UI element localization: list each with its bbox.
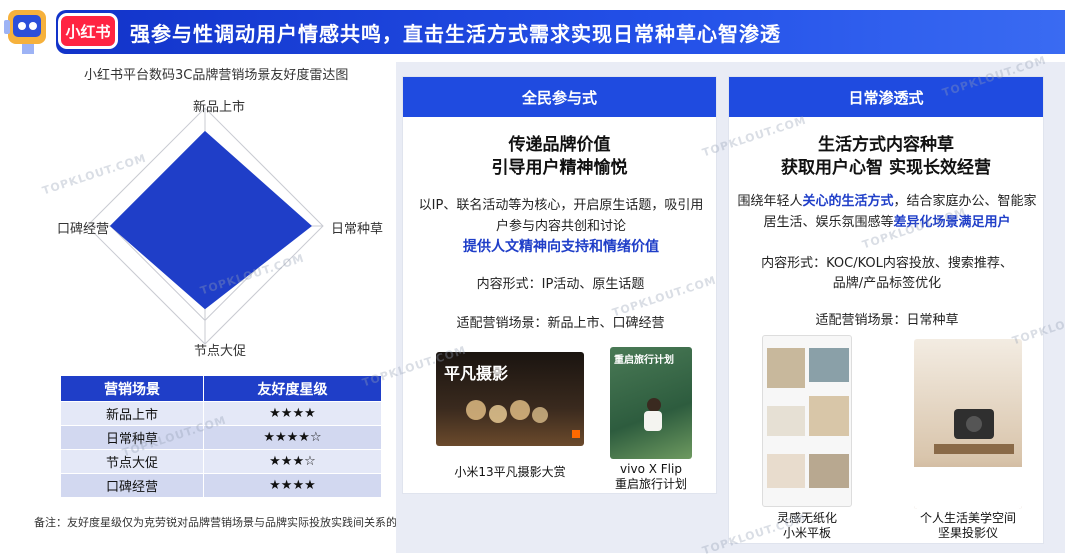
card-mass-participation: 全民参与式 传递品牌价值 引导用户精神愉悦 以IP、联名活动等为核心，开启原生话… xyxy=(402,76,717,494)
card2-paragraph: 围绕年轻人关心的生活方式，结合家庭办公、智能家居生活、娱乐氛围感等差异化场景满足… xyxy=(735,191,1039,233)
xiaomi-photo-thumbnail: 平凡摄影 xyxy=(436,352,584,446)
radar-label-promotion: 节点大促 xyxy=(194,344,247,359)
caption-projector-line2: 坚果投影仪 xyxy=(937,526,998,540)
card2-content-form-line2: 品牌/产品标签优化 xyxy=(832,276,942,291)
card1-para-text: 以IP、联名活动等为核心，开启原生话题，吸引用户参与内容共创和讨论 xyxy=(418,198,704,234)
xiaomi-pad-thumbnail xyxy=(762,335,852,507)
projector-room-icon xyxy=(914,409,1022,509)
vivo-travel-thumbnail: 重启旅行计划 xyxy=(610,347,692,459)
xiaohongshu-logo: 小红书 xyxy=(58,13,118,49)
table-cell: ★★★☆ xyxy=(202,449,383,474)
page-title: 强参与性调动用户情感共鸣，直击生活方式需求实现日常种草心智渗透 xyxy=(130,22,781,46)
table-cell: ★★★★☆ xyxy=(202,425,383,450)
card-daily-penetration: 日常渗透式 生活方式内容种草 获取用户心智 实现长效经营 围绕年轻人关心的生活方… xyxy=(728,76,1044,544)
card1-header: 全民参与式 xyxy=(403,77,716,117)
radar-label-daily-seeding: 日常种草 xyxy=(331,222,384,237)
table-header-scene: 营销场景 xyxy=(60,375,204,402)
radar-label-reputation: 口碑经营 xyxy=(57,222,110,237)
projector-thumbnail xyxy=(914,339,1022,509)
robot-mascot-icon xyxy=(4,10,46,54)
caption-xiaomi: 小米13平凡摄影大赏 xyxy=(454,465,566,479)
thumb1-title: 平凡摄影 xyxy=(444,364,509,383)
card2-heading2: 获取用户心智 实现长效经营 xyxy=(781,158,991,178)
thumb2-title: 重启旅行计划 xyxy=(614,355,674,366)
friendliness-table: 营销场景 友好度星级 新品上市 ★★★★ 日常种草 ★★★★☆ 节点大促 ★★★… xyxy=(60,375,383,498)
radar-title: 小红书平台数码3C品牌营销场景友好度雷达图 xyxy=(84,68,349,83)
header-bar: 小红书 强参与性调动用户情感共鸣，直击生活方式需求实现日常种草心智渗透 xyxy=(0,0,1065,62)
card1-heading2: 引导用户精神愉悦 xyxy=(491,158,628,178)
radar-label-new-launch: 新品上市 xyxy=(193,100,246,115)
caption-vivo-line1: vivo X Flip xyxy=(620,462,682,476)
feed-grid-icon xyxy=(767,348,849,488)
card2-scene: 适配营销场景：日常种草 xyxy=(815,313,959,328)
table-cell: ★★★★ xyxy=(202,401,383,426)
card1-paragraph: 以IP、联名活动等为核心，开启原生话题，吸引用户参与内容共创和讨论 提供人文精神… xyxy=(417,195,705,258)
caption-projector-line1: 个人生活美学空间 xyxy=(919,511,1016,525)
table-cell: ★★★★ xyxy=(202,473,383,498)
card2-para-b: 关心的生活方式 xyxy=(802,194,894,209)
caption-vivo-line2: 重启旅行计划 xyxy=(614,477,687,491)
table-cell: 口碑经营 xyxy=(60,473,204,498)
card2-header: 日常渗透式 xyxy=(729,77,1043,117)
card2-content-form-line1: 内容形式：KOC/KOL内容投放、搜索推荐、 xyxy=(761,256,1013,271)
card2-para-a: 围绕年轻人 xyxy=(737,194,803,209)
table-cell: 新品上市 xyxy=(60,401,204,426)
table-header-stars: 友好度星级 xyxy=(202,375,383,402)
card1-scene: 适配营销场景：新品上市、口碑经营 xyxy=(456,316,665,331)
table-row: 节点大促 ★★★☆ xyxy=(60,449,383,474)
card1-para-emphasis: 提供人文精神向支持和情绪价值 xyxy=(463,239,659,255)
card2-heading1: 生活方式内容种草 xyxy=(818,135,954,155)
table-row: 日常种草 ★★★★☆ xyxy=(60,425,383,450)
card1-heading1: 传递品牌价值 xyxy=(508,135,611,155)
table-row: 口碑经营 ★★★★ xyxy=(60,473,383,498)
